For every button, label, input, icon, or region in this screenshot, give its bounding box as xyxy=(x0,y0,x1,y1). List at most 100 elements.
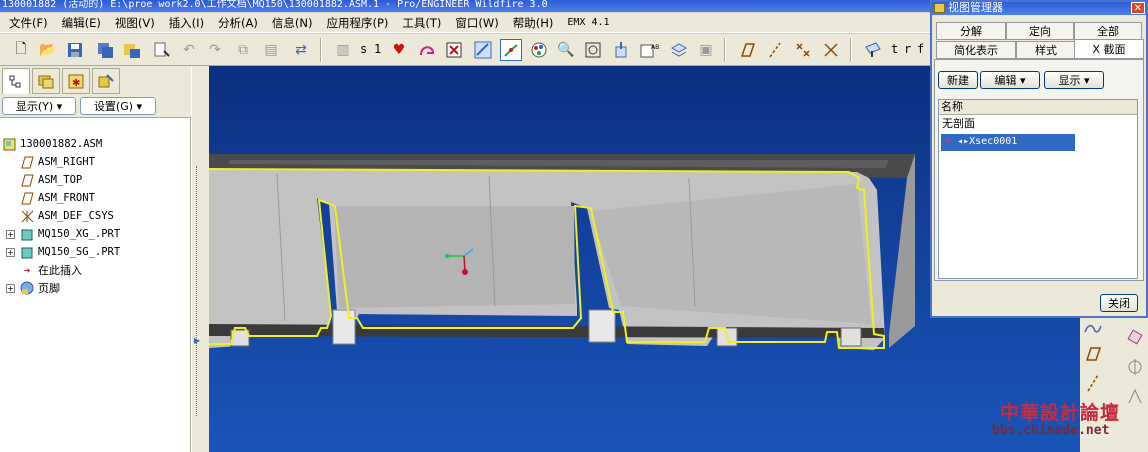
svg-text:✱: ✱ xyxy=(72,78,80,89)
zoom-out-icon[interactable] xyxy=(582,39,604,61)
new-file-icon[interactable]: 🗋 xyxy=(10,39,32,61)
menu-emx[interactable]: EMX 4.1 xyxy=(560,14,616,32)
edit-dropdown-button[interactable]: 编辑 ▾ xyxy=(980,71,1040,89)
section-marker: ◂▸ xyxy=(957,136,970,147)
tree-item-label: 130001882.ASM xyxy=(20,138,103,150)
tree-item-insert-here[interactable]: ➔ 在此插入 xyxy=(20,261,82,279)
list-item-no-section[interactable]: 无剖面 xyxy=(939,116,975,133)
layers-icon[interactable] xyxy=(668,39,690,61)
open-folder-icon[interactable]: 📂 xyxy=(37,39,59,61)
saved-views-icon[interactable]: AB xyxy=(638,39,660,61)
tree-item-asm-def-csys[interactable]: ASM_DEF_CSYS xyxy=(20,207,114,225)
section-name: Xsec0001 xyxy=(969,136,1018,147)
assembly-icon xyxy=(2,137,16,151)
favorites-tab-icon[interactable]: ✱ xyxy=(62,68,90,94)
datum-point-tool-icon[interactable] xyxy=(792,39,814,61)
menu-help[interactable]: 帮助(H) xyxy=(506,14,561,32)
tree-item-mq150-xg[interactable]: MQ150_XG_.PRT xyxy=(20,225,120,243)
copy-icon[interactable]: ⧉ xyxy=(232,39,254,61)
dialog-title: 视图管理器 xyxy=(948,1,1003,14)
panel-splitter[interactable]: ▶ xyxy=(191,66,209,452)
tree-button-bar: 显示(Y) ▾ 设置(G) ▾ xyxy=(0,96,191,118)
tree-item-asm-front[interactable]: ASM_FRONT xyxy=(20,189,95,207)
datum-axis-tool-icon[interactable] xyxy=(764,39,786,61)
refit-icon[interactable] xyxy=(472,39,494,61)
datum-axis-side-icon[interactable] xyxy=(1084,374,1104,392)
sweep-icon[interactable] xyxy=(1126,388,1146,406)
save-copy-icon[interactable] xyxy=(94,39,116,61)
menu-view[interactable]: 视图(V) xyxy=(108,14,162,32)
expand-toggle[interactable]: + xyxy=(6,248,15,257)
paste-special-icon[interactable]: ▥ xyxy=(332,39,354,61)
color-appearance-icon[interactable] xyxy=(528,39,550,61)
connections-tab-icon[interactable] xyxy=(92,68,120,94)
tab-all[interactable]: 全部 xyxy=(1074,22,1142,40)
close-button[interactable]: 关闭 xyxy=(1100,294,1138,312)
folder-browser-tab-icon[interactable] xyxy=(32,68,60,94)
tree-item-label: 页脚 xyxy=(38,282,60,295)
tree-item-label: MQ150_SG_.PRT xyxy=(38,246,121,258)
close-icon[interactable]: ✕ xyxy=(1131,2,1145,14)
model-tree-panel: ✱ 显示(Y) ▾ 设置(G) ▾ 130001882.ASM ASM_RIGH… xyxy=(0,66,191,452)
tab-simplified-rep[interactable]: 简化表示 xyxy=(936,41,1016,59)
model-tree-tab-icon[interactable] xyxy=(2,68,30,94)
zoom-in-icon[interactable]: 🔍 xyxy=(555,39,577,61)
part-icon xyxy=(20,227,34,241)
tree-item-label: ASM_TOP xyxy=(38,174,83,186)
datum-csys-tool-icon[interactable] xyxy=(820,39,842,61)
menu-insert[interactable]: 插入(I) xyxy=(162,14,211,32)
tree-item-asm-top[interactable]: ASM_TOP xyxy=(20,171,82,189)
sketch-icon[interactable] xyxy=(1084,322,1104,340)
heart-icon[interactable]: ♥ xyxy=(388,39,410,61)
menu-analysis[interactable]: 分析(A) xyxy=(211,14,265,32)
new-button[interactable]: 新建 xyxy=(938,71,978,89)
tree-item-asm-right[interactable]: ASM_RIGHT xyxy=(20,153,95,171)
spin-center-icon[interactable] xyxy=(500,39,522,61)
settings-dropdown-button[interactable]: 设置(G) ▾ xyxy=(80,97,156,115)
datum-plane-icon xyxy=(20,191,34,205)
menu-file[interactable]: 文件(F) xyxy=(2,14,55,32)
expand-toggle[interactable]: + xyxy=(6,230,15,239)
menu-tools[interactable]: 工具(T) xyxy=(395,14,448,32)
tab-style[interactable]: 样式 xyxy=(1016,41,1076,59)
print-icon[interactable] xyxy=(150,39,172,61)
backup-icon[interactable] xyxy=(121,39,143,61)
extrude-icon[interactable] xyxy=(1126,328,1146,346)
expand-toggle[interactable]: + xyxy=(6,284,15,293)
dialog-title-bar[interactable]: 视图管理器 ✕ xyxy=(932,2,1146,15)
tree-item-footer[interactable]: 页脚 xyxy=(20,279,60,297)
svg-text:AB: AB xyxy=(651,44,659,51)
analysis-tool-icon[interactable] xyxy=(862,39,884,61)
menu-window[interactable]: 窗口(W) xyxy=(448,14,505,32)
regenerate-icon[interactable]: ⇄ xyxy=(290,39,312,61)
collapse-arrow-icon[interactable]: ▶ xyxy=(194,336,200,345)
datum-plane-side-icon[interactable] xyxy=(1084,346,1104,364)
undo-icon[interactable]: ↶ xyxy=(178,39,200,61)
datum-plane-tool-icon[interactable] xyxy=(736,39,758,61)
reorient-icon[interactable] xyxy=(610,39,632,61)
show-dropdown-button[interactable]: 显示(Y) ▾ xyxy=(2,97,76,115)
tree-item-label: ASM_FRONT xyxy=(38,192,95,204)
view-manager-icon[interactable]: ▣ xyxy=(695,39,717,61)
display-dropdown-button[interactable]: 显示 ▾ xyxy=(1044,71,1104,89)
right-datum-toolbar xyxy=(1080,318,1148,452)
paste-icon[interactable]: ▤ xyxy=(260,39,282,61)
tab-orient[interactable]: 定向 xyxy=(1006,22,1074,40)
redo-icon[interactable]: ↷ xyxy=(204,39,226,61)
tab-x-section[interactable]: X 截面 xyxy=(1074,39,1144,59)
tree-item-mq150-sg[interactable]: MQ150_SG_.PRT xyxy=(20,243,120,261)
navigator-tabs: ✱ xyxy=(0,66,191,96)
list-item-xsec0001[interactable]: ➔ ◂▸Xsec0001 xyxy=(941,134,1075,151)
toolbar-text-r: r xyxy=(904,42,912,56)
tree-item-assembly[interactable]: 130001882.ASM xyxy=(2,135,102,153)
part-icon xyxy=(20,245,34,259)
revolve-icon[interactable] xyxy=(1126,358,1146,376)
window-title: 130001882 (活动的) E:\proe work2.0\工作文档\MQ1… xyxy=(2,0,548,10)
menu-applications[interactable]: 应用程序(P) xyxy=(319,14,395,32)
shape-icon[interactable] xyxy=(416,39,438,61)
menu-edit[interactable]: 编辑(E) xyxy=(55,14,108,32)
close-window-icon[interactable] xyxy=(443,39,465,61)
menu-info[interactable]: 信息(N) xyxy=(265,14,320,32)
save-icon[interactable] xyxy=(64,39,86,61)
tab-explode[interactable]: 分解 xyxy=(936,22,1006,40)
